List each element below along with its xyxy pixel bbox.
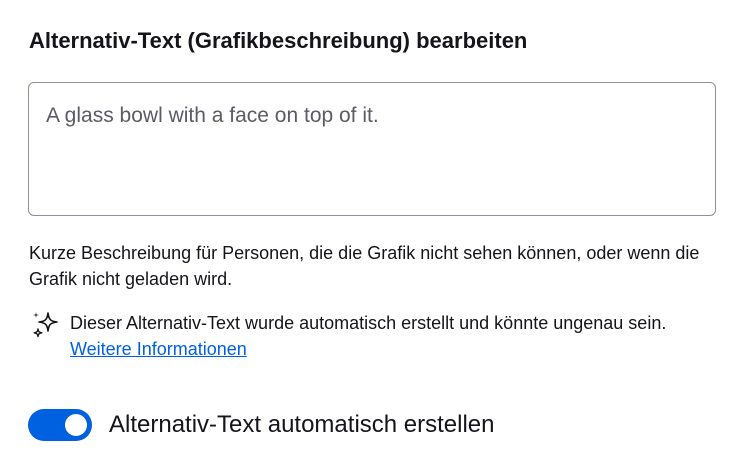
notice-message: Dieser Alternativ-Text wurde automatisch… bbox=[70, 313, 667, 333]
sparkle-icon bbox=[33, 312, 58, 338]
dialog-title: Alternativ-Text (Grafikbeschreibung) bea… bbox=[29, 28, 528, 53]
auto-alt-text-toggle[interactable] bbox=[28, 409, 92, 441]
notice-text-block: Dieser Alternativ-Text wurde automatisch… bbox=[70, 310, 720, 362]
toggle-label: Alternativ-Text automatisch erstellen bbox=[109, 411, 495, 438]
alt-text-dialog: Alternativ-Text (Grafikbeschreibung) bea… bbox=[0, 0, 732, 458]
learn-more-link[interactable]: Weitere Informationen bbox=[70, 339, 247, 359]
auto-alt-text-toggle-row: Alternativ-Text automatisch erstellen bbox=[28, 408, 628, 442]
help-text: Kurze Beschreibung für Personen, die die… bbox=[29, 243, 700, 289]
toggle-knob bbox=[65, 414, 87, 436]
alt-text-input[interactable]: A glass bowl with a face on top of it. bbox=[28, 82, 716, 216]
